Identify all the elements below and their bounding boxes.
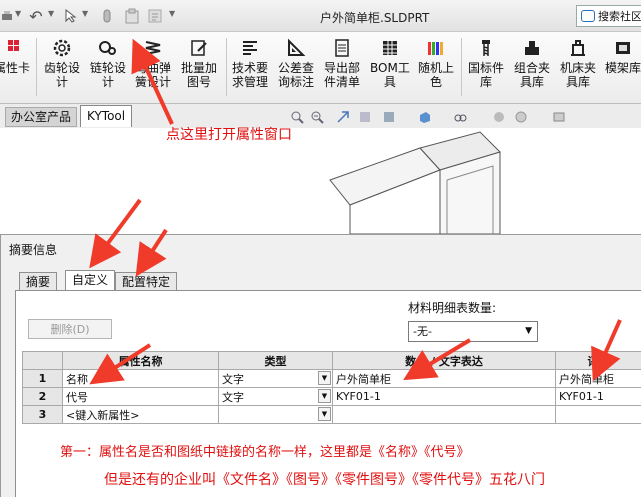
property-type-value: 文字 xyxy=(222,372,244,386)
property-name-cell[interactable]: 代号 xyxy=(62,387,219,406)
bom-quantity-select[interactable]: -无- ▼ xyxy=(408,321,538,342)
bom-quantity-label: 材料明细表数量: xyxy=(408,301,497,315)
property-value-cell[interactable]: 户外简单柜 xyxy=(332,369,556,388)
custom-properties-panel: 删除(D) 材料明细表数量: -无- ▼ 属性名称 类型 数值 / 文字表达 评… xyxy=(15,290,641,497)
tab-summary[interactable]: 摘要 xyxy=(19,272,58,292)
model-view xyxy=(329,131,501,234)
property-name-cell[interactable]: 名称 xyxy=(62,369,219,388)
column-header xyxy=(22,351,63,370)
dialog-title: 摘要信息 xyxy=(9,243,58,257)
column-header[interactable]: 类型 xyxy=(218,351,333,370)
annotation-note-1: 第一：属性名是否和图纸中链接的名称一样，这里都是《名称》《代号》 xyxy=(60,445,470,460)
annotation-note-2: 但是还有的企业叫《文件名》《图号》《零件图号》《零件代号》五花八门 xyxy=(104,472,545,488)
row-number[interactable]: 3 xyxy=(22,405,63,424)
column-header[interactable]: 属性名称 xyxy=(62,351,219,370)
property-evaluated-cell xyxy=(555,405,641,424)
property-evaluated-cell: 户外简单柜 xyxy=(555,369,641,388)
summary-info-dialog: 摘要信息 摘要 自定义 配置特定 删除(D) 材料明细表数量: -无- ▼ 属性… xyxy=(0,234,641,497)
chevron-down-icon[interactable]: ▼ xyxy=(318,407,331,421)
table-row: 3 <键入新属性> ▼ xyxy=(22,405,641,424)
tab-configuration-specific[interactable]: 配置特定 xyxy=(115,272,178,292)
table-row: 2 代号 文字 ▼ KYF01-1 KYF01-1 xyxy=(22,387,641,406)
property-type-cell[interactable]: 文字 ▼ xyxy=(218,387,333,406)
delete-button[interactable]: 删除(D) xyxy=(28,319,112,339)
column-header[interactable]: 评估 xyxy=(555,351,641,370)
property-type-value: 文字 xyxy=(222,390,244,404)
property-type-cell[interactable]: ▼ xyxy=(218,405,333,424)
property-type-cell[interactable]: 文字 ▼ xyxy=(218,369,333,388)
custom-properties-table: 属性名称 类型 数值 / 文字表达 评估 1 名称 文字 ▼ 户外简单柜 户外简单… xyxy=(22,351,641,424)
chevron-down-icon[interactable]: ▼ xyxy=(318,389,331,403)
row-number[interactable]: 1 xyxy=(22,369,63,388)
row-number[interactable]: 2 xyxy=(22,387,63,406)
property-value-cell[interactable] xyxy=(332,405,556,424)
bom-quantity-value: -无- xyxy=(413,325,432,338)
property-value-cell[interactable]: KYF01-1 xyxy=(332,387,556,406)
new-property-cell[interactable]: <键入新属性> xyxy=(62,405,219,424)
tab-custom[interactable]: 自定义 xyxy=(65,270,116,292)
property-evaluated-cell: KYF01-1 xyxy=(555,387,641,406)
chevron-down-icon[interactable]: ▼ xyxy=(318,371,331,385)
annotation-open-properties: 点这里打开属性窗口 xyxy=(166,127,292,143)
chevron-down-icon: ▼ xyxy=(525,326,532,336)
column-header[interactable]: 数值 / 文字表达 xyxy=(332,351,556,370)
table-row: 1 名称 文字 ▼ 户外简单柜 户外简单柜 xyxy=(22,369,641,388)
table-header-row: 属性名称 类型 数值 / 文字表达 评估 xyxy=(22,351,641,370)
